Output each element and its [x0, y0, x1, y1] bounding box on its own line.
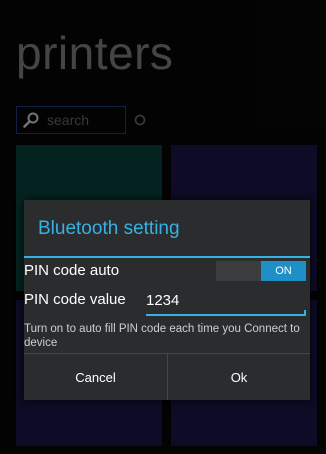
pin-help-text: Turn on to auto fill PIN code each time …: [24, 323, 300, 349]
ok-button[interactable]: Ok: [168, 354, 310, 400]
pin-code-auto-toggle[interactable]: ON: [216, 261, 306, 281]
toggle-on-label: ON: [261, 261, 306, 281]
bluetooth-setting-dialog: Bluetooth setting PIN code auto ON PIN c…: [24, 200, 310, 400]
cancel-button[interactable]: Cancel: [24, 354, 167, 400]
title-divider: [24, 256, 310, 258]
printers-screen: printers Bluetooth setting PIN code auto…: [0, 0, 326, 454]
dialog-title: Bluetooth setting: [38, 218, 180, 239]
pin-code-value-label: PIN code value: [24, 291, 126, 308]
pin-input-tick: [304, 310, 306, 315]
pin-code-auto-label: PIN code auto: [24, 262, 120, 279]
pin-input-underline: [146, 314, 306, 316]
pin-code-input[interactable]: [146, 288, 306, 314]
